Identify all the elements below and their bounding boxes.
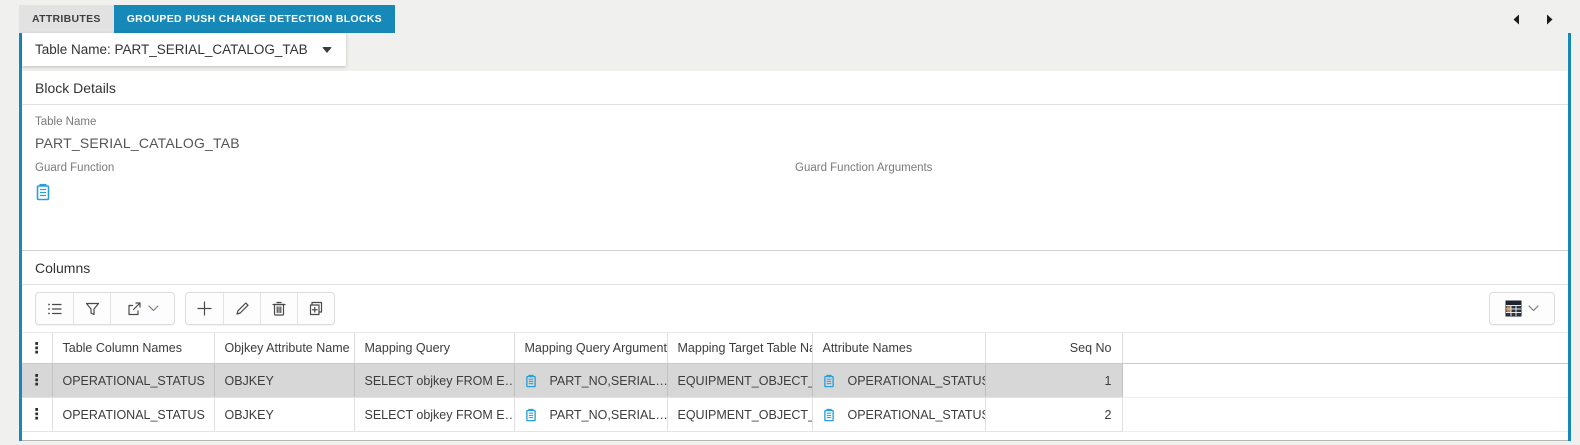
chevron-down-icon — [321, 46, 332, 53]
columns-table: ⋮ Table Column Names Objkey Attribute Na… — [22, 332, 1568, 432]
header-row-menu[interactable]: ⋮ — [22, 332, 52, 364]
row-menu[interactable]: ⋮ — [22, 363, 52, 398]
cell-filler — [1121, 363, 1568, 398]
header-filler — [1121, 332, 1568, 364]
header-mapping-query[interactable]: Mapping Query — [353, 332, 514, 364]
kebab-icon: ⋮ — [29, 371, 45, 389]
guard-function-field: Guard Function — [35, 153, 795, 206]
delete-button[interactable] — [260, 293, 297, 324]
cell-seq-no: 1 — [984, 363, 1122, 398]
guard-function-label: Guard Function — [35, 162, 115, 174]
table-row[interactable]: ⋮ OPERATIONAL_STATUS OBJKEY SELECT objke… — [22, 397, 1568, 432]
cell-objkey-attribute-name: OBJKEY — [213, 363, 354, 398]
prev-tab-icon[interactable] — [1512, 14, 1520, 25]
cell-mapping-query-arguments: PART_NO,SERIAL… — [513, 363, 668, 398]
note-icon[interactable] — [35, 183, 57, 201]
tab-grouped-push-change-detection-blocks[interactable]: GROUPED PUSH CHANGE DETECTION BLOCKS — [113, 5, 395, 33]
export-button[interactable] — [110, 293, 174, 324]
filter-button[interactable] — [73, 293, 110, 324]
list-icon — [47, 303, 62, 314]
cell-table-column-names: OPERATIONAL_STATUS — [51, 397, 214, 432]
cell-mapping-target-table-name: EQUIPMENT_OBJECT_TAB — [666, 397, 812, 432]
guard-function-arguments-label: Guard Function Arguments — [795, 162, 933, 174]
grouped-push-panel: Table Name: PART_SERIAL_CATALOG_TAB Bloc… — [19, 33, 1571, 441]
cell-mapping-query: SELECT objkey FROM E… — [353, 397, 514, 432]
cell-objkey-attribute-name: OBJKEY — [213, 397, 354, 432]
export-icon — [127, 301, 141, 315]
cell-attribute-names: OPERATIONAL_STATUS_DB — [811, 397, 986, 432]
note-icon[interactable] — [823, 374, 835, 388]
kebab-icon: ⋮ — [29, 338, 45, 357]
delete-icon — [272, 301, 286, 316]
cell-mapping-target-table-name: EQUIPMENT_OBJECT_TAB — [666, 363, 812, 398]
note-icon[interactable] — [525, 374, 537, 388]
filter-icon — [85, 302, 99, 315]
table-name-value: PART_SERIAL_CATALOG_TAB — [35, 135, 240, 151]
cell-text: PART_NO,SERIAL… — [549, 407, 668, 422]
cell-text: OPERATIONAL_STATUS_DB — [847, 407, 986, 422]
columns-table-header-row: ⋮ Table Column Names Objkey Attribute Na… — [22, 332, 1568, 364]
tab-bar: ATTRIBUTES GROUPED PUSH CHANGE DETECTION… — [0, 0, 1580, 33]
table-name-selector[interactable]: Table Name: PART_SERIAL_CATALOG_TAB — [22, 33, 346, 66]
block-details-title: Block Details — [22, 71, 1568, 105]
columns-toolbar — [22, 285, 1568, 332]
cell-text: PART_NO,SERIAL… — [549, 373, 668, 388]
table-row[interactable]: ⋮ OPERATIONAL_STATUS OBJKEY SELECT objke… — [22, 363, 1568, 398]
cell-table-column-names: OPERATIONAL_STATUS — [51, 363, 214, 398]
table-name-field: Table Name PART_SERIAL_CATALOG_TAB — [35, 107, 795, 153]
view-button-group — [35, 292, 175, 325]
table-view-button[interactable] — [1490, 293, 1554, 324]
cell-filler — [1121, 397, 1568, 432]
cell-attribute-names: OPERATIONAL_STATUS — [811, 363, 986, 398]
table-name-selector-label: Table Name: PART_SERIAL_CATALOG_TAB — [35, 42, 308, 57]
cell-seq-no: 2 — [984, 397, 1122, 432]
edit-icon — [235, 302, 249, 315]
note-icon[interactable] — [525, 408, 537, 422]
tab-attributes[interactable]: ATTRIBUTES — [19, 5, 114, 33]
guard-function-arguments-field: Guard Function Arguments — [795, 153, 1555, 206]
form-right-spacer — [795, 107, 1555, 153]
tab-nav — [1512, 5, 1560, 33]
columns-section: Columns ⋮ Table Column Names Objkey Attr… — [22, 250, 1568, 440]
note-icon[interactable] — [823, 408, 835, 422]
chevron-down-icon — [147, 305, 159, 312]
cell-text: OPERATIONAL_STATUS — [847, 373, 986, 388]
columns-table-body: ⋮ OPERATIONAL_STATUS OBJKEY SELECT objke… — [22, 363, 1568, 432]
header-objkey-attribute-name[interactable]: Objkey Attribute Name — [213, 332, 354, 364]
cell-mapping-query: SELECT objkey FROM E… — [353, 363, 514, 398]
panel-content: Block Details Table Name PART_SERIAL_CAT… — [22, 71, 1568, 441]
table-name-label: Table Name — [35, 116, 97, 128]
header-attribute-names[interactable]: Attribute Names — [811, 332, 985, 364]
header-table-column-names[interactable]: Table Column Names — [51, 332, 214, 364]
next-tab-icon[interactable] — [1546, 14, 1554, 25]
table-view-group — [1489, 292, 1555, 325]
chevron-down-icon — [1528, 305, 1539, 312]
edit-button[interactable] — [223, 293, 260, 324]
columns-title: Columns — [22, 251, 1568, 285]
block-details-form: Table Name PART_SERIAL_CATALOG_TAB Guard… — [22, 105, 1568, 206]
row-menu[interactable]: ⋮ — [22, 397, 52, 432]
add-button[interactable] — [186, 293, 223, 324]
table-view-icon — [1505, 300, 1522, 317]
table-selector-row: Table Name: PART_SERIAL_CATALOG_TAB — [22, 33, 1568, 71]
duplicate-button[interactable] — [297, 293, 334, 324]
cell-mapping-query-arguments: PART_NO,SERIAL… — [513, 397, 668, 432]
header-seq-no[interactable]: Seq No — [984, 332, 1122, 364]
list-view-button[interactable] — [36, 293, 73, 324]
add-icon — [197, 301, 212, 316]
kebab-icon: ⋮ — [29, 405, 45, 423]
duplicate-icon — [309, 301, 323, 316]
block-details-spacer — [22, 206, 1568, 250]
header-mapping-query-arguments[interactable]: Mapping Query Arguments — [513, 332, 667, 364]
header-mapping-target-table-name[interactable]: Mapping Target Table Name — [666, 332, 812, 364]
edit-button-group — [185, 292, 335, 325]
